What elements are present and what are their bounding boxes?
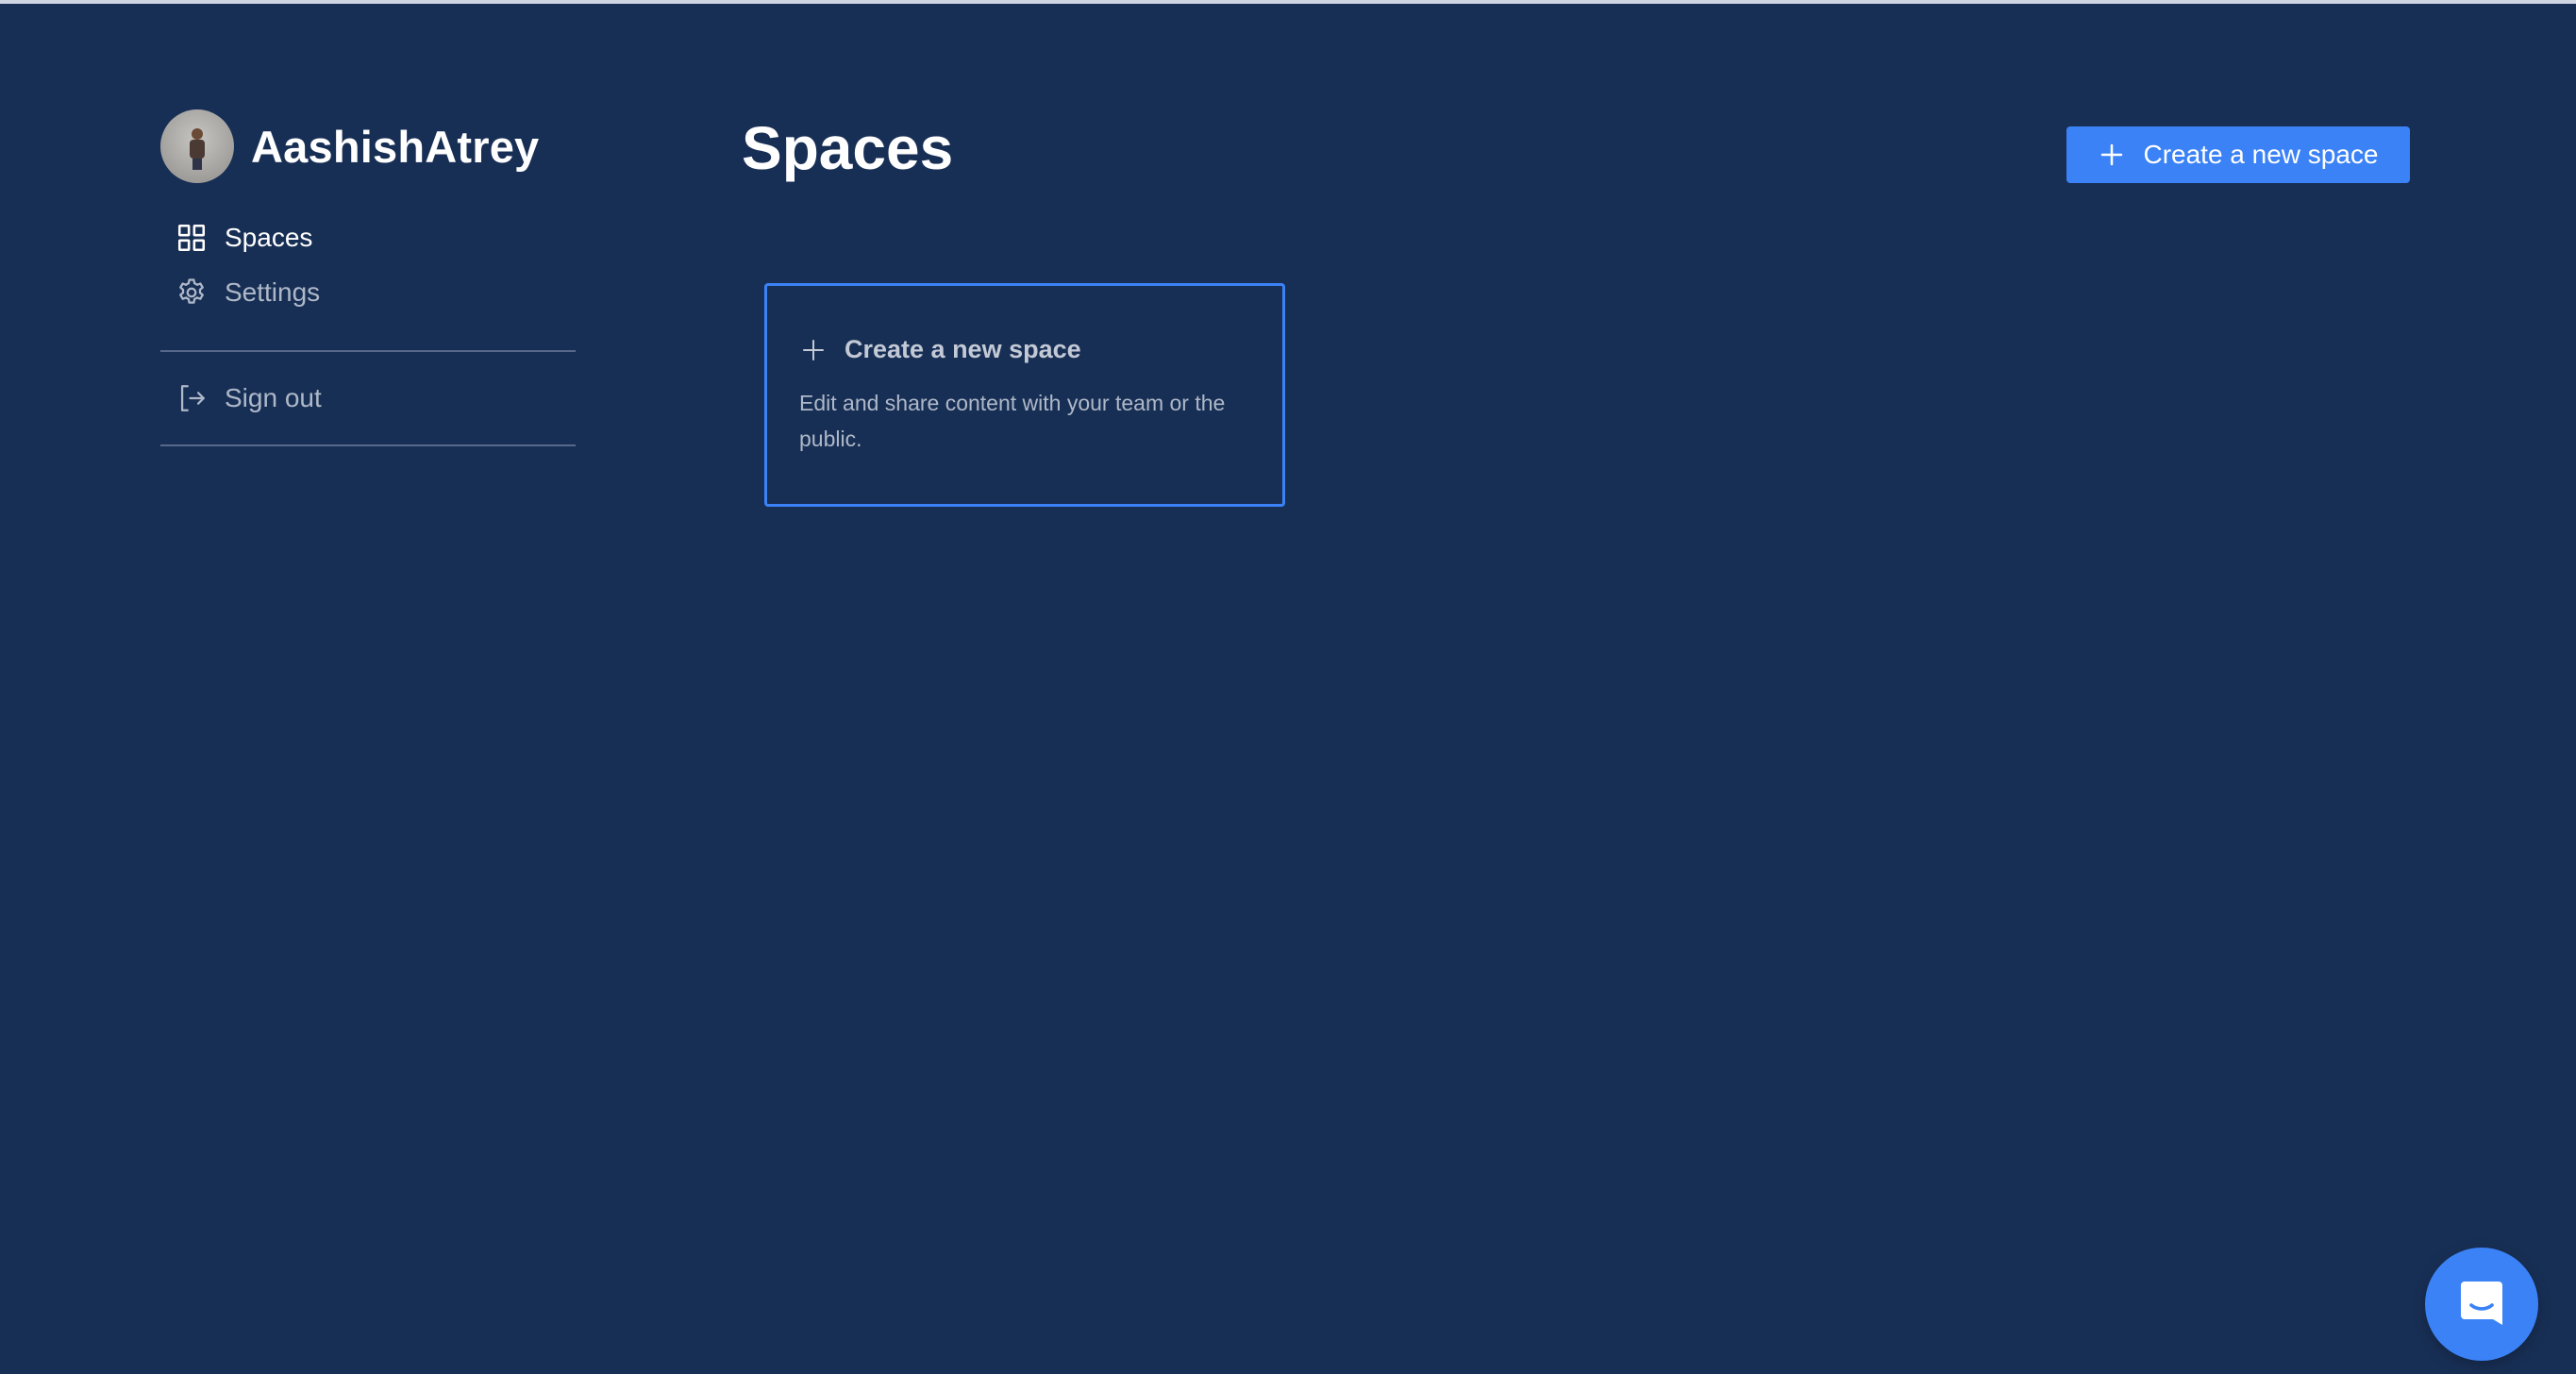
sidebar-item-label: Settings [225, 277, 321, 307]
create-space-button-label: Create a new space [2143, 140, 2379, 169]
avatar[interactable] [160, 109, 234, 183]
create-space-card-title: Create a new space [799, 335, 1250, 364]
avatar-figure-body [190, 140, 205, 159]
create-space-card-title-text: Create a new space [845, 335, 1081, 363]
sidebar-divider [160, 444, 576, 446]
page-title: Spaces [742, 114, 954, 182]
sidebar-nav: Spaces Settings [160, 210, 576, 320]
avatar-figure-legs [192, 159, 202, 170]
grid-icon [176, 222, 208, 254]
sidebar-divider [160, 350, 576, 352]
plus-icon [2098, 141, 2126, 169]
chat-launcher-button[interactable] [2425, 1248, 2538, 1361]
user-profile[interactable]: AashishAtrey [160, 109, 576, 184]
create-space-card[interactable]: Create a new space Edit and share conten… [764, 283, 1285, 507]
create-space-button[interactable]: Create a new space [2066, 126, 2410, 183]
sign-out-icon [176, 382, 208, 414]
sidebar-item-label: Spaces [225, 223, 313, 252]
top-edge-line [0, 0, 2576, 4]
sign-out-button[interactable]: Sign out [160, 371, 576, 426]
sidebar: AashishAtrey Spaces Settings Sign out [160, 109, 576, 465]
chat-icon [2455, 1276, 2508, 1333]
sidebar-item-settings[interactable]: Settings [160, 265, 576, 320]
sign-out-label: Sign out [225, 383, 322, 412]
gear-icon [176, 276, 208, 309]
avatar-figure-head [192, 128, 203, 140]
sidebar-item-spaces[interactable]: Spaces [160, 210, 576, 265]
create-space-card-description: Edit and share content with your team or… [799, 391, 1226, 451]
plus-icon [799, 336, 828, 364]
username: AashishAtrey [251, 121, 540, 172]
